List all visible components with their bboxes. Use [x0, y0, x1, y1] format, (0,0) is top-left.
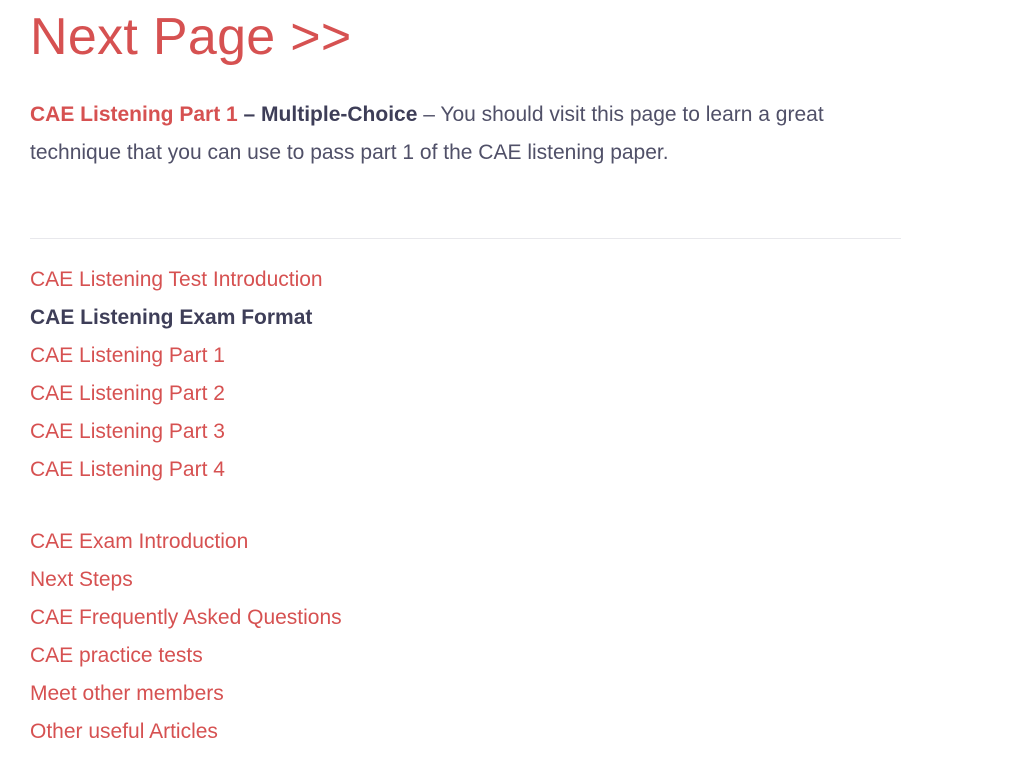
- list-item: CAE Listening Part 4: [30, 451, 323, 489]
- listening-nav-list: CAE Listening Test Introduction CAE List…: [30, 261, 323, 489]
- nav-link-listening-part-2[interactable]: CAE Listening Part 2: [30, 382, 225, 405]
- nav-link-meet-members[interactable]: Meet other members: [30, 682, 224, 705]
- divider: [30, 238, 901, 239]
- list-item: CAE Frequently Asked Questions: [30, 599, 342, 637]
- list-item: CAE Listening Part 2: [30, 375, 323, 413]
- intro-paragraph: CAE Listening Part 1 – Multiple-Choice –…: [30, 96, 901, 172]
- cae-listening-part-1-link[interactable]: CAE Listening Part 1: [30, 103, 238, 126]
- nav-link-listening-part-1[interactable]: CAE Listening Part 1: [30, 344, 225, 367]
- list-item: Other useful Articles: [30, 713, 342, 751]
- multiple-choice-label: – Multiple-Choice: [237, 103, 418, 126]
- nav-link-useful-articles[interactable]: Other useful Articles: [30, 720, 218, 743]
- list-item: CAE Exam Introduction: [30, 523, 342, 561]
- list-item: CAE Listening Part 1: [30, 337, 323, 375]
- general-nav-list: CAE Exam Introduction Next Steps CAE Fre…: [30, 523, 342, 751]
- nav-link-exam-introduction[interactable]: CAE Exam Introduction: [30, 530, 248, 553]
- nav-link-next-steps[interactable]: Next Steps: [30, 568, 133, 591]
- list-item: CAE Listening Part 3: [30, 413, 323, 451]
- nav-link-listening-test-introduction[interactable]: CAE Listening Test Introduction: [30, 268, 323, 291]
- nav-link-listening-part-3[interactable]: CAE Listening Part 3: [30, 420, 225, 443]
- list-item: CAE practice tests: [30, 637, 342, 675]
- list-item: CAE Listening Test Introduction: [30, 261, 323, 299]
- list-item: CAE Listening Exam Format: [30, 299, 323, 337]
- nav-link-listening-part-4[interactable]: CAE Listening Part 4: [30, 458, 225, 481]
- list-item: Meet other members: [30, 675, 342, 713]
- next-page-heading: Next Page >>: [30, 8, 352, 66]
- list-item: Next Steps: [30, 561, 342, 599]
- nav-link-faq[interactable]: CAE Frequently Asked Questions: [30, 606, 342, 629]
- nav-current-listening-exam-format: CAE Listening Exam Format: [30, 306, 313, 329]
- nav-link-practice-tests[interactable]: CAE practice tests: [30, 644, 203, 667]
